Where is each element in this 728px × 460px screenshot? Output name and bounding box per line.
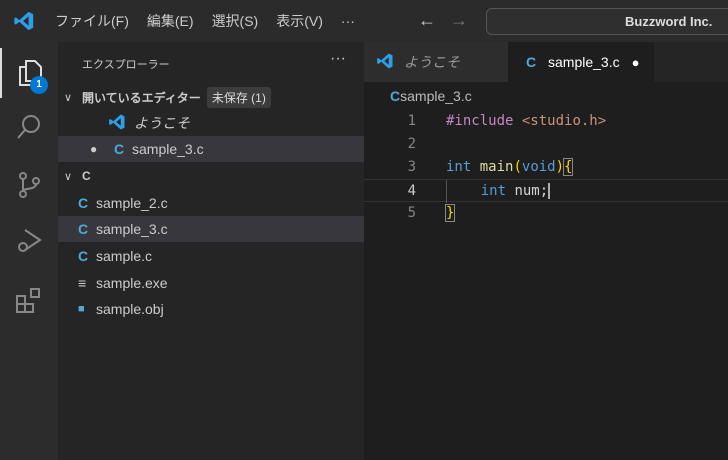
chevron-down-icon: ∨ — [64, 170, 73, 183]
open-editor-sample3[interactable]: ● Csample_3.c — [58, 136, 364, 162]
binary-file-icon: ≡ — [78, 275, 87, 291]
explorer-sidebar: エクスプローラー ··· ∨ 開いているエディター 未保存 (1) ようこそ ● Cs… — [58, 42, 364, 460]
file-item[interactable]: ≡ sample.exe — [58, 270, 364, 296]
token: num; — [514, 183, 551, 199]
editor-tabs: ようこそ Csample_3.c ● — [364, 42, 728, 82]
c-file-icon: C — [78, 221, 89, 237]
object-file-icon: ■ — [78, 303, 85, 315]
extensions-icon[interactable] — [0, 276, 58, 326]
token: { — [562, 158, 574, 176]
token: #include — [446, 113, 514, 129]
source-control-icon[interactable] — [0, 160, 58, 210]
explorer-badge: 1 — [30, 76, 48, 94]
vscode-icon — [108, 113, 134, 134]
c-file-icon: C — [390, 88, 401, 104]
line-number: 3 — [407, 159, 416, 175]
file-label: sample.obj — [96, 301, 164, 317]
open-editors-label: 開いているエディター — [82, 90, 201, 105]
forward-button[interactable]: → — [450, 10, 468, 30]
unsaved-badge: 未保存 (1) — [206, 86, 271, 108]
code-line: 1 #include <studio.h> — [364, 110, 728, 133]
activity-bar: 1 — [0, 42, 58, 460]
unsaved-dot-icon[interactable]: ● — [632, 55, 640, 70]
line-number: 1 — [407, 113, 416, 129]
tab-label: ようこそ — [404, 54, 460, 70]
menu-view[interactable]: 表示(V) — [276, 13, 323, 29]
file-item[interactable]: Csample_3.c — [58, 216, 364, 242]
menu-edit[interactable]: 編集(E) — [147, 13, 194, 29]
c-file-icon: C — [526, 54, 537, 70]
token: int — [446, 159, 472, 175]
file-item[interactable]: ■ sample.obj — [58, 296, 364, 322]
unsaved-dot-icon[interactable]: ● — [90, 142, 114, 156]
c-file-icon: C — [78, 195, 89, 211]
token: } — [444, 204, 456, 222]
code-line: 2 — [364, 133, 728, 156]
folder-c-header[interactable]: ∨ C — [58, 163, 364, 189]
code-line: 3 int main(void){ — [364, 156, 728, 179]
file-label: sample.c — [96, 248, 153, 264]
breadcrumb[interactable]: Csample_3.c — [390, 88, 472, 104]
search-icon[interactable] — [0, 102, 58, 152]
title-bar: ファイル(F) 編集(E) 選択(S) 表示(V) ··· ← → Buzzword In… — [0, 0, 728, 42]
token: int — [480, 183, 507, 199]
code-line: 5} — [364, 202, 728, 225]
c-file-icon: C — [114, 141, 125, 157]
file-label: sample_3.c — [96, 221, 168, 237]
token: ) — [555, 159, 565, 175]
command-center-search[interactable]: Buzzword Inc. — [486, 8, 728, 35]
tab-welcome[interactable]: ようこそ — [364, 42, 508, 82]
open-editors-header[interactable]: ∨ 開いているエディター 未保存 (1) — [58, 84, 364, 110]
back-button[interactable]: ← — [418, 10, 436, 30]
breadcrumb-file: sample_3.c — [400, 88, 472, 104]
explorer-title: エクスプローラー — [82, 59, 170, 71]
token: ( — [513, 159, 522, 175]
file-item[interactable]: Csample.c — [58, 243, 364, 269]
folder-label: C — [82, 169, 91, 183]
vscode-logo-icon — [4, 10, 44, 32]
line-number: 4 — [407, 183, 416, 199]
menu-file[interactable]: ファイル(F) — [55, 13, 129, 29]
c-file-icon: C — [78, 248, 89, 264]
chevron-down-icon: ∨ — [64, 91, 73, 104]
tab-label: sample_3.c — [548, 54, 620, 70]
open-editor-welcome[interactable]: ようこそ — [58, 110, 364, 136]
token: void — [521, 159, 556, 175]
explorer-icon[interactable]: 1 — [0, 48, 58, 98]
line-number: 5 — [407, 205, 416, 221]
file-label: sample.exe — [96, 275, 168, 291]
open-editor-label: ようこそ — [134, 115, 190, 131]
file-label: sample_2.c — [96, 195, 168, 211]
vscode-icon — [376, 52, 404, 73]
explorer-more-button[interactable]: ··· — [330, 50, 346, 68]
menu-selection[interactable]: 選択(S) — [212, 13, 259, 29]
token: <studio.h> — [521, 113, 607, 129]
file-item[interactable]: Csample_2.c — [58, 190, 364, 216]
token: main — [479, 159, 514, 175]
line-number: 2 — [407, 136, 416, 152]
tab-sample3[interactable]: Csample_3.c ● — [508, 42, 654, 82]
open-editor-label: sample_3.c — [132, 141, 204, 157]
menu-more[interactable]: ··· — [341, 13, 355, 29]
run-debug-icon[interactable] — [0, 216, 58, 266]
code-line-current: 4 int num; — [364, 179, 728, 203]
